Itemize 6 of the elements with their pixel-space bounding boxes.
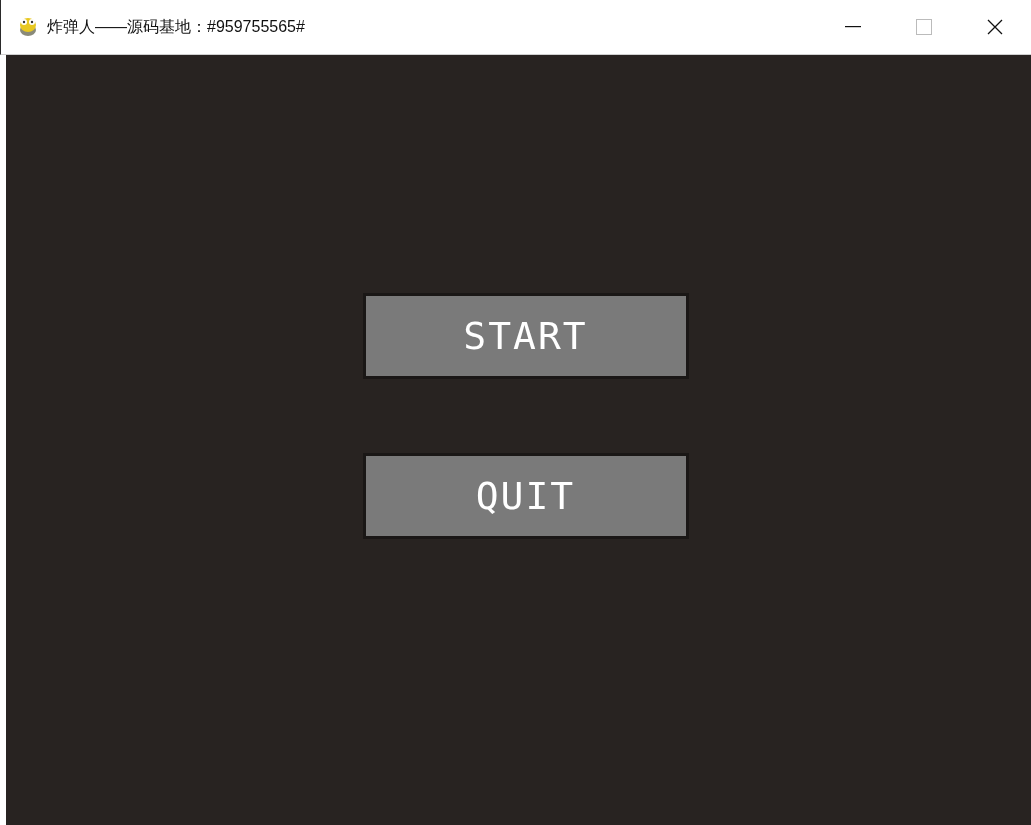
app-icon (17, 16, 39, 38)
menu-button[interactable]: QUIT (362, 453, 689, 539)
window-title: 炸弹人——源码基地：#959755565# (47, 17, 305, 37)
close-icon[interactable] (987, 19, 1003, 35)
menu-button[interactable]: START (362, 293, 689, 379)
minimize-icon[interactable] (845, 26, 861, 28)
